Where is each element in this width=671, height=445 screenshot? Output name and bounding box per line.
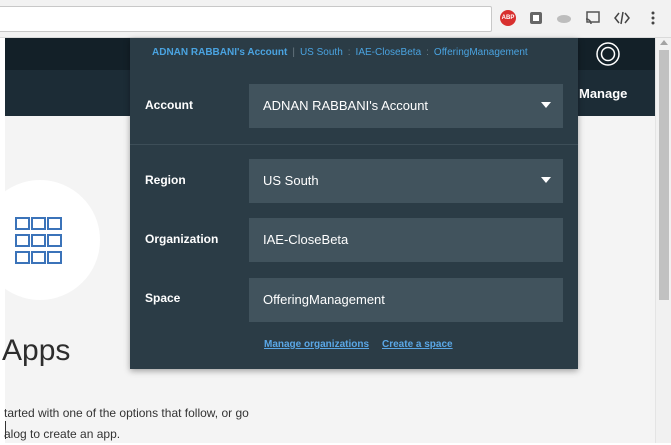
space-value: OfferingManagement [263, 292, 385, 307]
devtools-icon[interactable] [614, 10, 630, 26]
cast-icon[interactable] [585, 10, 601, 26]
menu-icon[interactable] [645, 10, 661, 26]
breadcrumb-separator: | [292, 47, 295, 58]
account-select[interactable]: ADNAN RABBANI's Account [249, 84, 563, 128]
organization-field[interactable]: IAE-CloseBeta [249, 218, 563, 262]
region-select-value: US South [263, 173, 319, 188]
chevron-down-icon [541, 102, 551, 108]
description-line: alog to create an app. [4, 427, 121, 441]
scrollbar-thumb[interactable] [659, 50, 669, 300]
page-description: tarted with one of the options that foll… [4, 403, 249, 445]
region-select[interactable]: US South [249, 159, 563, 203]
account-label: Account [145, 98, 193, 112]
account-select-value: ADNAN RABBANI's Account [263, 98, 429, 113]
breadcrumb-region[interactable]: US South [300, 47, 343, 58]
browser-toolbar: ABP [0, 0, 671, 38]
create-space-link[interactable]: Create a space [382, 339, 453, 350]
manage-organizations-link[interactable]: Manage organizations [264, 339, 369, 350]
chevron-down-icon [541, 177, 551, 183]
organization-value: IAE-CloseBeta [263, 232, 349, 247]
address-bar[interactable] [0, 6, 492, 32]
breadcrumb-org[interactable]: IAE-CloseBeta [356, 47, 422, 58]
region-label: Region [145, 173, 186, 187]
cloud-icon[interactable] [556, 10, 572, 26]
extension-icon[interactable] [528, 10, 544, 26]
text-cursor [5, 421, 6, 439]
organization-label: Organization [145, 232, 219, 246]
space-field[interactable]: OfferingManagement [249, 278, 563, 322]
space-label: Space [145, 291, 181, 305]
breadcrumb-account[interactable]: ADNAN RABBANI's Account [152, 47, 287, 58]
apps-grid-icon [15, 217, 62, 264]
panel-divider [130, 144, 578, 145]
breadcrumb-separator: : [426, 47, 429, 58]
manage-nav-link[interactable]: Manage [579, 86, 627, 101]
user-icon[interactable] [596, 42, 620, 66]
account-breadcrumb: ADNAN RABBANI's Account | US South: IAE-Clo… [152, 47, 528, 58]
scroll-up-icon[interactable] [660, 40, 668, 45]
scrollbar[interactable] [655, 38, 671, 443]
description-line: tarted with one of the options that foll… [4, 406, 249, 420]
adblock-icon[interactable]: ABP [500, 10, 516, 26]
breadcrumb-separator: : [347, 47, 351, 58]
breadcrumb-space[interactable]: OfferingManagement [434, 47, 528, 58]
page-title: Apps [2, 334, 71, 367]
